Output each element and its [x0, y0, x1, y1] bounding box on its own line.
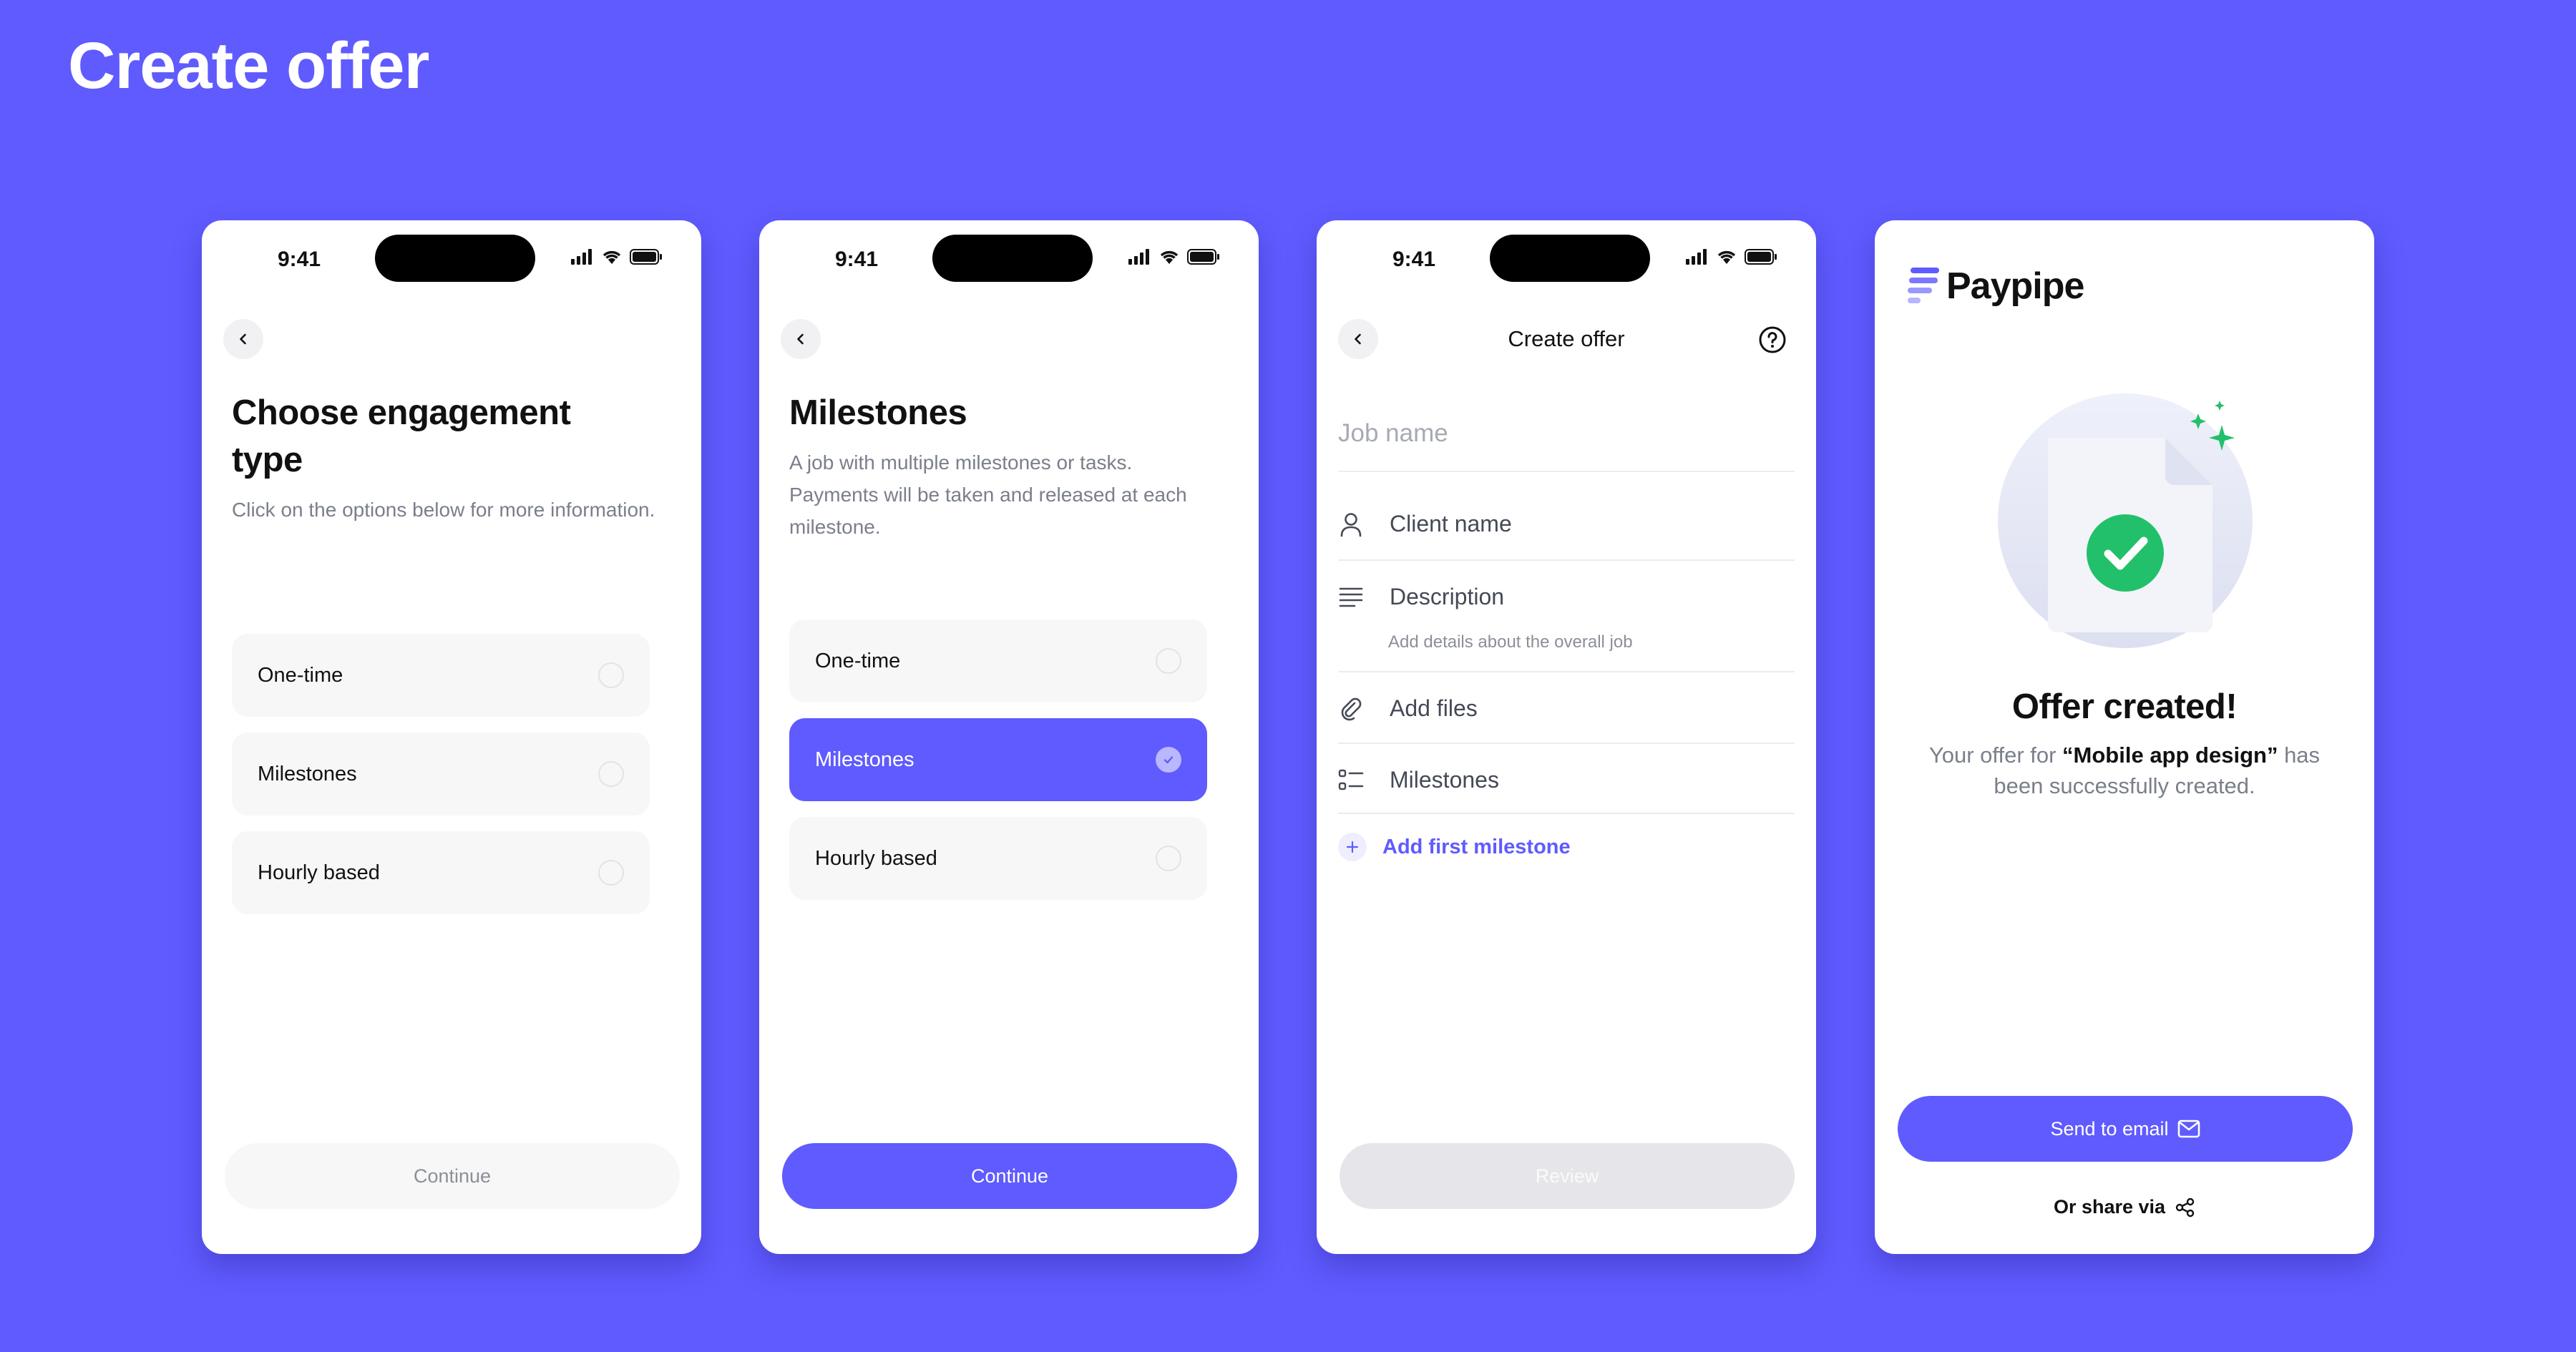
- continue-button[interactable]: Continue: [782, 1143, 1237, 1209]
- milestones-field[interactable]: Milestones: [1338, 767, 1795, 793]
- status-time: 9:41: [278, 248, 321, 271]
- battery-icon: [630, 249, 662, 265]
- dynamic-island: [1490, 235, 1650, 282]
- status-time: 9:41: [1392, 248, 1436, 271]
- option-label: Hourly based: [258, 861, 380, 884]
- option-label: Milestones: [258, 762, 357, 785]
- option-label: One-time: [258, 663, 343, 687]
- offer-created-heading: Offer created!: [2011, 687, 2238, 726]
- chevron-left-icon: [240, 333, 246, 345]
- description-field[interactable]: Description: [1338, 584, 1795, 610]
- option-one-time[interactable]: One-time: [789, 619, 1207, 702]
- check-icon: [1163, 756, 1174, 764]
- divider: [1338, 559, 1795, 561]
- divider: [1338, 471, 1795, 472]
- back-button[interactable]: [781, 319, 821, 359]
- add-files-label: Add files: [1390, 695, 1478, 721]
- add-files-field[interactable]: Add files: [1338, 695, 1795, 722]
- share-via-label: Or share via: [2053, 1196, 2166, 1218]
- client-name-field[interactable]: Client name: [1338, 511, 1795, 537]
- offer-created-message: Your offer for “Mobile app design” has b…: [1918, 740, 2331, 801]
- option-label: Milestones: [815, 748, 914, 771]
- signal-icon: [1686, 249, 1707, 265]
- signal-icon: [1128, 249, 1149, 265]
- description-hint: Add details about the overall job: [1388, 632, 1633, 652]
- battery-icon: [1187, 249, 1219, 265]
- paperclip-icon: [1341, 697, 1362, 720]
- nav-title: Create offer: [1508, 326, 1625, 351]
- status-time: 9:41: [835, 248, 879, 271]
- help-icon: [1759, 326, 1786, 353]
- radio-button[interactable]: [598, 860, 624, 886]
- divider: [1338, 671, 1795, 672]
- wifi-icon: [1160, 250, 1179, 264]
- mail-icon: [2177, 1120, 2200, 1138]
- send-to-email-button[interactable]: Send to email: [1898, 1096, 2353, 1162]
- send-to-email-label: Send to email: [2050, 1117, 2169, 1140]
- job-name-input[interactable]: Job name: [1338, 419, 1448, 448]
- status-bar: 9:41: [202, 220, 701, 299]
- option-milestones-selected[interactable]: Milestones: [789, 718, 1207, 801]
- back-button[interactable]: [223, 319, 263, 359]
- checklist-icon: [1338, 769, 1364, 790]
- dynamic-island: [375, 235, 535, 282]
- radio-button[interactable]: [598, 761, 624, 787]
- radio-button[interactable]: [1156, 846, 1181, 871]
- paypipe-logo-mark: [1908, 268, 1939, 303]
- screen-title: Choose engagement type: [232, 393, 571, 479]
- continue-button[interactable]: Continue: [225, 1143, 680, 1209]
- milestones-label: Milestones: [1390, 767, 1499, 793]
- brand-name: Paypipe: [1946, 265, 2084, 307]
- client-name-label: Client name: [1390, 511, 1512, 537]
- add-first-milestone-label: Add first milestone: [1382, 835, 1571, 858]
- battery-icon: [1745, 249, 1777, 265]
- option-milestones[interactable]: Milestones: [232, 733, 650, 815]
- divider: [1338, 743, 1795, 744]
- phone-screen-create-offer-form: 9:41 Create offer Job name Client name D…: [1317, 220, 1816, 1254]
- status-bar: 9:41: [1317, 220, 1816, 299]
- option-label: Hourly based: [815, 846, 937, 870]
- offer-name: “Mobile app design”: [2062, 743, 2278, 768]
- wifi-icon: [602, 250, 621, 264]
- share-icon: [2175, 1197, 2195, 1217]
- option-one-time[interactable]: One-time: [232, 634, 650, 717]
- radio-button-checked[interactable]: [1156, 747, 1181, 773]
- chevron-left-icon: [797, 333, 804, 345]
- phone-screen-engagement-type: 9:41 Choose engagement type Click on the…: [202, 220, 701, 1254]
- radio-button[interactable]: [598, 662, 624, 688]
- plus-icon: [1346, 841, 1359, 853]
- review-button[interactable]: Review: [1340, 1143, 1795, 1209]
- share-via-button[interactable]: Or share via: [1875, 1196, 2374, 1218]
- option-hourly-based[interactable]: Hourly based: [232, 831, 650, 914]
- wifi-icon: [1717, 250, 1736, 264]
- option-label: One-time: [815, 649, 901, 672]
- dynamic-island: [932, 235, 1093, 282]
- page-title: Create offer: [68, 29, 429, 102]
- screen-subtitle: A job with multiple milestones or tasks.…: [789, 451, 1187, 538]
- radio-button[interactable]: [1156, 648, 1181, 674]
- status-bar: 9:41: [759, 220, 1259, 299]
- help-button[interactable]: [1755, 322, 1790, 358]
- screen-subtitle: Click on the options below for more info…: [232, 499, 655, 521]
- text-lines-icon: [1339, 587, 1363, 607]
- signal-icon: [571, 249, 592, 265]
- description-label: Description: [1390, 584, 1505, 609]
- paypipe-logo: Paypipe: [1908, 265, 2084, 308]
- message-prefix: Your offer for: [1928, 743, 2063, 768]
- option-hourly-based[interactable]: Hourly based: [789, 817, 1207, 900]
- success-illustration: [1998, 393, 2253, 648]
- screen-title: Milestones: [789, 393, 967, 432]
- add-first-milestone-button[interactable]: Add first milestone: [1338, 833, 1571, 861]
- phone-screen-offer-created: Paypipe Offer created! Your offer for “M…: [1875, 220, 2374, 1254]
- person-icon: [1340, 512, 1362, 537]
- phone-screen-milestones: 9:41 Milestones A job with multiple mile…: [759, 220, 1259, 1254]
- divider: [1338, 813, 1795, 814]
